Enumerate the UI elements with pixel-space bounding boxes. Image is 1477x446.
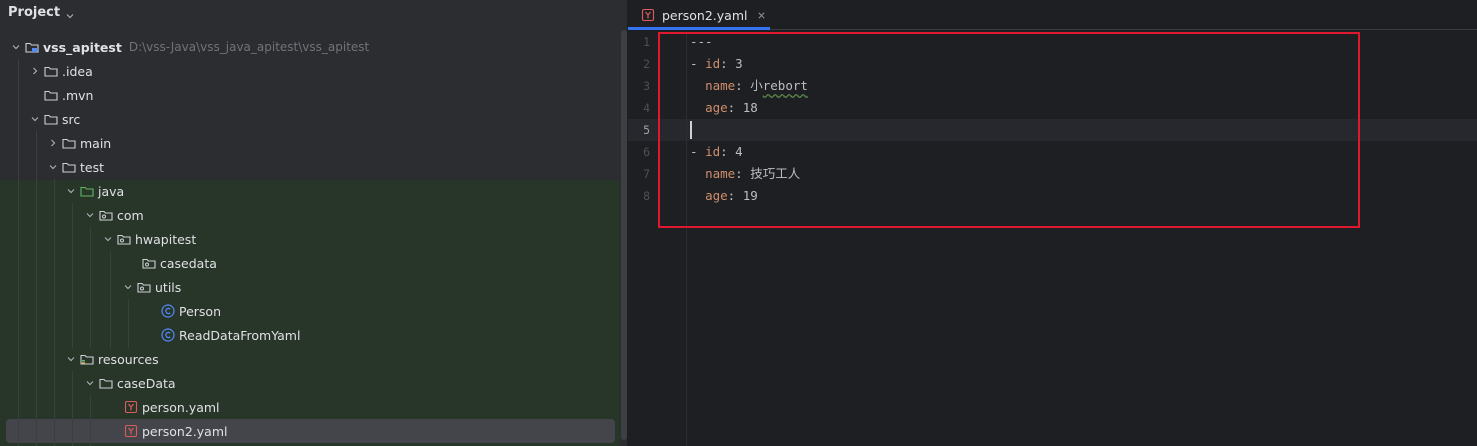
- chevron-down-icon[interactable]: [63, 351, 79, 367]
- tree-guide: [110, 251, 111, 348]
- project-path: D:\vss-Java\vss_java_apitest\vss_apitest: [128, 40, 370, 54]
- tree-item-label: person.yaml: [142, 399, 220, 415]
- line-number: 7: [643, 167, 650, 181]
- class-icon: [160, 327, 176, 343]
- tree-item-label: resources: [98, 351, 159, 367]
- chevron-down-icon[interactable]: [82, 375, 98, 391]
- tree-item-com[interactable]: com: [82, 203, 144, 227]
- editor-tab-bar: person2.yaml: [628, 0, 1477, 30]
- active-tab-indicator: [628, 27, 770, 30]
- tree-guide: [128, 299, 129, 348]
- package-icon: [116, 231, 132, 247]
- line-number: 6: [643, 145, 650, 159]
- tree-item-label: hwapitest: [135, 231, 197, 247]
- line-number: 1: [643, 35, 650, 49]
- tree-item-utils[interactable]: utils: [120, 275, 181, 299]
- tree-item-label: com: [117, 207, 144, 223]
- tree-guide: [54, 179, 55, 446]
- tree-guide: [72, 203, 73, 348]
- yaml-file-icon: [640, 7, 656, 23]
- tree-item-label: test: [80, 159, 105, 175]
- line-number: 5: [643, 123, 650, 137]
- tree-item-root[interactable]: vss_apitest D:\vss-Java\vss_java_apitest…: [8, 35, 369, 59]
- tree-item-label: .mvn: [62, 87, 94, 103]
- tree-guide: [18, 59, 19, 446]
- tree-item-label: caseData: [117, 375, 176, 391]
- annotation-highlight-box: [658, 32, 1360, 228]
- package-icon: [98, 207, 114, 223]
- tree-guide: [90, 227, 91, 348]
- tree-item-person-class[interactable]: Person: [160, 299, 221, 323]
- line-number: 2: [643, 57, 650, 71]
- folder-icon: [61, 135, 77, 151]
- editor[interactable]: person2.yaml 1 2 3 4 5 6 7 8 --- - id: 3…: [628, 0, 1477, 446]
- line-number: 8: [643, 189, 650, 203]
- chevron-right-icon[interactable]: [27, 63, 43, 79]
- chevron-down-icon[interactable]: [63, 183, 79, 199]
- tree-item-label: java: [98, 183, 125, 199]
- tree-item-java[interactable]: java: [63, 179, 124, 203]
- tab-label: person2.yaml: [662, 7, 748, 23]
- selected-row-highlight: [6, 419, 615, 443]
- tree-guide: [36, 131, 37, 446]
- project-panel: Project vss_apitest D:\vss-Java\vss_java…: [0, 0, 620, 446]
- tree-guide: [90, 395, 91, 446]
- yaml-file-icon: [123, 399, 139, 415]
- yaml-file-icon: [123, 423, 139, 439]
- chevron-down-icon[interactable]: [120, 279, 136, 295]
- folder-icon: [43, 63, 59, 79]
- tree-item-test[interactable]: test: [45, 155, 104, 179]
- package-icon: [136, 279, 152, 295]
- tree-item-label: main: [80, 135, 112, 151]
- chevron-down-icon[interactable]: [45, 159, 61, 175]
- tree-item-main[interactable]: main: [45, 131, 111, 155]
- class-icon: [160, 303, 176, 319]
- chevron-down-icon[interactable]: [82, 207, 98, 223]
- tree-item-person2-yaml[interactable]: person2.yaml: [123, 419, 227, 443]
- line-number: 3: [643, 79, 650, 93]
- tree-item-resources[interactable]: resources: [63, 347, 159, 371]
- folder-icon: [61, 159, 77, 175]
- close-icon[interactable]: [755, 9, 767, 21]
- tree-item-readdatafromyaml-class[interactable]: ReadDataFromYaml: [160, 323, 300, 347]
- panel-title[interactable]: Project: [8, 5, 60, 20]
- chevron-down-icon[interactable]: [27, 111, 43, 127]
- tree-item-casedata[interactable]: casedata: [141, 251, 217, 275]
- folder-icon: [43, 87, 59, 103]
- tree-guide: [72, 371, 73, 446]
- tree-item-label: vss_apitest: [43, 39, 122, 55]
- tree-item-label: Person: [179, 303, 222, 319]
- tree-item-label: person2.yaml: [142, 423, 228, 439]
- tree-item-label: ReadDataFromYaml: [179, 327, 301, 343]
- folder-icon: [43, 111, 59, 127]
- tree-item-label: casedata: [160, 255, 217, 271]
- tree-item-label: utils: [155, 279, 182, 295]
- tab-person2-yaml[interactable]: person2.yaml: [628, 0, 770, 30]
- package-icon: [141, 255, 157, 271]
- line-number: 4: [643, 101, 650, 115]
- test-sources-folder-icon: [79, 183, 95, 199]
- chevron-down-icon[interactable]: [8, 39, 24, 55]
- tree-item-src[interactable]: src: [27, 107, 80, 131]
- tree-item-label: .idea: [62, 63, 93, 79]
- panel-header[interactable]: Project: [0, 0, 620, 24]
- test-resources-folder-icon: [79, 351, 95, 367]
- tree-item-idea[interactable]: .idea: [27, 59, 93, 83]
- chevron-right-icon[interactable]: [45, 135, 61, 151]
- chevron-down-icon[interactable]: [66, 8, 74, 19]
- tree-item-person-yaml[interactable]: person.yaml: [123, 395, 220, 419]
- module-folder-icon: [24, 39, 40, 55]
- tree-item-hwapitest[interactable]: hwapitest: [100, 227, 196, 251]
- chevron-down-icon[interactable]: [100, 231, 116, 247]
- tree-item-label: src: [62, 111, 81, 127]
- folder-icon: [98, 375, 114, 391]
- tree-item-mvn[interactable]: .mvn: [43, 83, 93, 107]
- tree-item-casedata-folder[interactable]: caseData: [82, 371, 176, 395]
